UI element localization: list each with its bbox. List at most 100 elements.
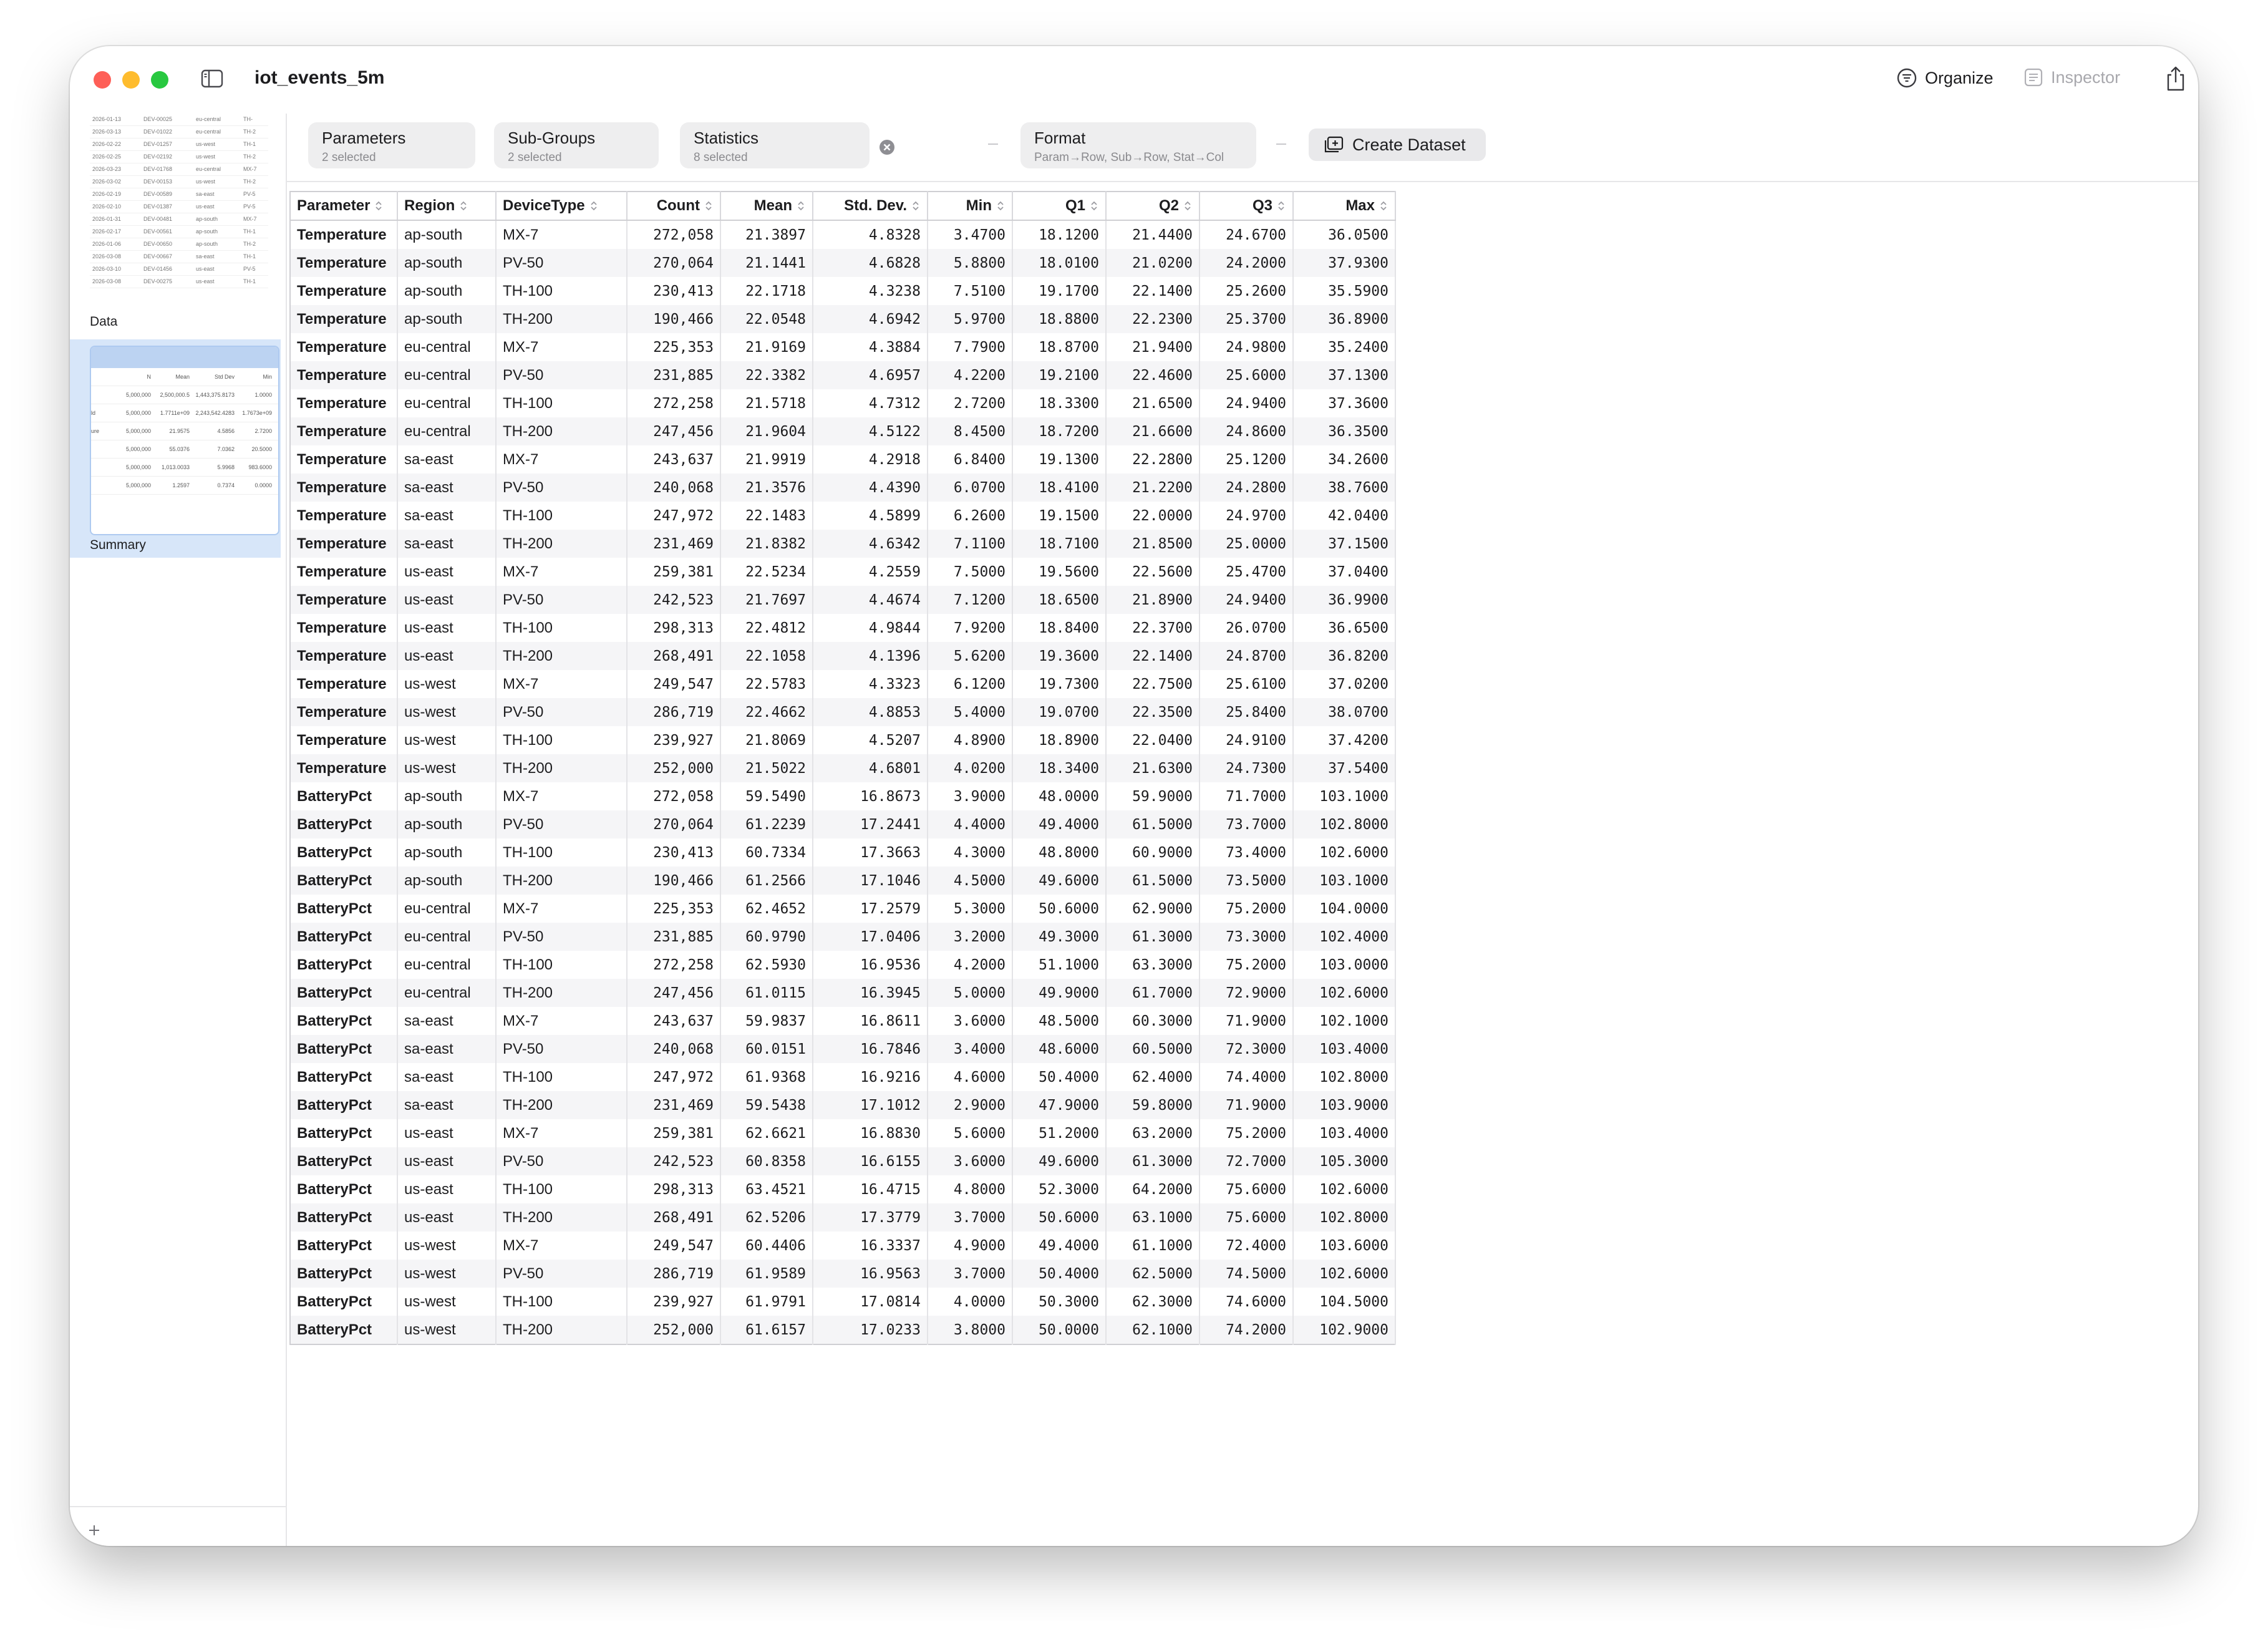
- table-cell: 25.3700: [1199, 305, 1294, 333]
- table-row[interactable]: BatteryPct us-east PV-50 242,523 60.8358 16.6…: [290, 1147, 1396, 1175]
- subgroups-selector[interactable]: Sub-Groups 2 selected: [494, 122, 659, 168]
- sort-chevrons-icon[interactable]: [589, 200, 599, 212]
- table-cell: 16.4715: [813, 1175, 928, 1203]
- sort-chevrons-icon[interactable]: [911, 200, 921, 212]
- close-window-button[interactable]: [94, 71, 111, 89]
- table-row[interactable]: Temperature ap-south TH-200 190,466 22.0548 4…: [290, 305, 1396, 333]
- data-thumbnail[interactable]: 2026-01-13 DEV-00025 eu-central TH- 2026-03-…: [90, 114, 268, 301]
- inspector-button[interactable]: Inspector: [2023, 67, 2120, 87]
- table-row[interactable]: BatteryPct us-east MX-7 259,381 62.6621 16.88…: [290, 1119, 1396, 1147]
- column-header[interactable]: Count: [627, 192, 721, 221]
- column-header[interactable]: Min: [928, 192, 1013, 221]
- table-cell: 247,456: [627, 417, 721, 445]
- column-header[interactable]: Q2: [1106, 192, 1200, 221]
- table-row[interactable]: Temperature eu-central MX-7 225,353 21.9169 4…: [290, 333, 1396, 361]
- table-row[interactable]: Temperature us-east MX-7 259,381 22.5234 4.25…: [290, 558, 1396, 586]
- summary-thumbnail-row: ure 5,000,000 21.9575 4.5856 2.7200: [91, 422, 278, 440]
- summary-thumbnail-cell: 1.7673e+09: [242, 410, 272, 416]
- table-row[interactable]: BatteryPct us-west TH-200 252,000 61.6157 17.…: [290, 1316, 1396, 1344]
- thumbnail-row: 2026-03-10 DEV-01456 us-east PV-5: [90, 263, 268, 276]
- clear-statistics-icon[interactable]: [878, 138, 896, 156]
- table-row[interactable]: Temperature ap-south TH-100 230,413 22.1718 4…: [290, 277, 1396, 305]
- table-cell: 102.1000: [1293, 1007, 1396, 1035]
- table-cell: BatteryPct: [290, 1260, 398, 1288]
- table-row[interactable]: BatteryPct ap-south PV-50 270,064 61.2239 17.…: [290, 810, 1396, 838]
- table-row[interactable]: Temperature sa-east TH-200 231,469 21.8382 4.…: [290, 530, 1396, 558]
- table-row[interactable]: Temperature eu-central TH-200 247,456 21.960…: [290, 417, 1396, 445]
- column-header[interactable]: Region: [397, 192, 497, 221]
- table-row[interactable]: BatteryPct us-west MX-7 249,547 60.4406 16.33…: [290, 1231, 1396, 1260]
- column-header[interactable]: Q1: [1012, 192, 1107, 221]
- sort-chevrons-icon[interactable]: [374, 200, 384, 212]
- table-cell: 63.3000: [1106, 951, 1200, 979]
- table-row[interactable]: Temperature us-east TH-100 298,313 22.4812 4.…: [290, 614, 1396, 642]
- sort-chevrons-icon[interactable]: [1379, 200, 1388, 212]
- column-header-label: Std. Dev.: [844, 197, 907, 214]
- table-row[interactable]: Temperature ap-south PV-50 270,064 21.1441 4.…: [290, 249, 1396, 277]
- statistics-selector[interactable]: Statistics 8 selected: [680, 122, 870, 168]
- table-row[interactable]: BatteryPct sa-east PV-50 240,068 60.0151 16.7…: [290, 1035, 1396, 1063]
- table-row[interactable]: Temperature sa-east PV-50 240,068 21.3576 4.4…: [290, 474, 1396, 502]
- sort-chevrons-icon[interactable]: [1089, 200, 1099, 212]
- table-cell: MX-7: [496, 1119, 628, 1147]
- table-cell: 18.8800: [1012, 305, 1107, 333]
- sort-chevrons-icon[interactable]: [996, 200, 1006, 212]
- column-header[interactable]: Max: [1293, 192, 1396, 221]
- sort-chevrons-icon[interactable]: [1183, 200, 1193, 212]
- table-row[interactable]: Temperature sa-east MX-7 243,637 21.9919 4.29…: [290, 445, 1396, 474]
- sort-chevrons-icon[interactable]: [458, 200, 468, 212]
- sort-chevrons-icon[interactable]: [704, 200, 714, 212]
- sidebar-item-data[interactable]: Data: [90, 314, 117, 329]
- table-row[interactable]: BatteryPct us-west TH-100 239,927 61.9791 17.…: [290, 1288, 1396, 1316]
- column-header[interactable]: Mean: [720, 192, 813, 221]
- table-row[interactable]: BatteryPct ap-south TH-100 230,413 60.7334 17…: [290, 838, 1396, 867]
- table-row[interactable]: BatteryPct eu-central MX-7 225,353 62.4652 17…: [290, 895, 1396, 923]
- table-row[interactable]: BatteryPct us-west PV-50 286,719 61.9589 16.9…: [290, 1260, 1396, 1288]
- table-row[interactable]: BatteryPct eu-central TH-100 272,258 62.5930…: [290, 951, 1396, 979]
- table-cell: 50.0000: [1012, 1316, 1107, 1344]
- table-row[interactable]: BatteryPct us-east TH-100 298,313 63.4521 16.…: [290, 1175, 1396, 1203]
- column-header[interactable]: Std. Dev.: [813, 192, 928, 221]
- table-row[interactable]: Temperature us-west MX-7 249,547 22.5783 4.33…: [290, 670, 1396, 698]
- table-row[interactable]: Temperature sa-east TH-100 247,972 22.1483 4.…: [290, 502, 1396, 530]
- table-row[interactable]: Temperature ap-south MX-7 272,058 21.3897 4.8…: [290, 220, 1396, 249]
- table-row[interactable]: BatteryPct eu-central TH-200 247,456 61.0115…: [290, 979, 1396, 1007]
- table-row[interactable]: Temperature us-west TH-200 252,000 21.5022 4.…: [290, 754, 1396, 782]
- add-sheet-icon[interactable]: [87, 1523, 101, 1537]
- table-cell: 5.8800: [928, 249, 1013, 277]
- table-row[interactable]: Temperature us-east TH-200 268,491 22.1058 4.…: [290, 642, 1396, 670]
- format-selector[interactable]: Format Param→Row, Sub→Row, Stat→Col: [1020, 122, 1256, 168]
- create-dataset-button[interactable]: Create Dataset: [1309, 129, 1486, 161]
- column-header[interactable]: Parameter: [290, 192, 398, 221]
- organize-button[interactable]: Organize: [1896, 67, 1994, 89]
- table-cell: 16.9216: [813, 1063, 928, 1091]
- table-row[interactable]: BatteryPct ap-south TH-200 190,466 61.2566 17…: [290, 867, 1396, 895]
- table-row[interactable]: BatteryPct sa-east MX-7 243,637 59.9837 16.86…: [290, 1007, 1396, 1035]
- sort-chevrons-icon[interactable]: [1276, 200, 1286, 212]
- table-row[interactable]: Temperature us-west TH-100 239,927 21.8069 4.…: [290, 726, 1396, 754]
- column-header[interactable]: DeviceType: [496, 192, 628, 221]
- table-cell: 73.3000: [1199, 923, 1294, 951]
- table-row[interactable]: BatteryPct sa-east TH-100 247,972 61.9368 16.…: [290, 1063, 1396, 1091]
- table-row[interactable]: Temperature eu-central TH-100 272,258 21.571…: [290, 389, 1396, 417]
- zoom-window-button[interactable]: [151, 71, 168, 89]
- parameters-selector[interactable]: Parameters 2 selected: [308, 122, 475, 168]
- table-cell: 21.5718: [720, 389, 813, 417]
- table-row[interactable]: BatteryPct eu-central PV-50 231,885 60.9790 1…: [290, 923, 1396, 951]
- table-row[interactable]: BatteryPct sa-east TH-200 231,469 59.5438 17.…: [290, 1091, 1396, 1119]
- table-row[interactable]: Temperature us-west PV-50 286,719 22.4662 4.8…: [290, 698, 1396, 726]
- table-row[interactable]: BatteryPct us-east TH-200 268,491 62.5206 17.…: [290, 1203, 1396, 1231]
- minimize-window-button[interactable]: [122, 71, 140, 89]
- share-icon[interactable]: [2164, 65, 2187, 92]
- table-row[interactable]: Temperature us-east PV-50 242,523 21.7697 4.4…: [290, 586, 1396, 614]
- sidebar-item-summary-selected[interactable]: N Mean Std Dev Min 5,000,000 2,500,000.5 1,443…: [70, 339, 281, 558]
- sort-chevrons-icon[interactable]: [796, 200, 806, 212]
- table-row[interactable]: Temperature eu-central PV-50 231,885 22.3382…: [290, 361, 1396, 389]
- sidebar-toggle-icon[interactable]: [201, 69, 223, 89]
- table-cell: 59.8000: [1106, 1091, 1200, 1119]
- table-cell: 21.8900: [1106, 586, 1200, 614]
- summary-thumbnail[interactable]: N Mean Std Dev Min 5,000,000 2,500,000.5 1,443…: [90, 346, 279, 535]
- table-row[interactable]: BatteryPct ap-south MX-7 272,058 59.5490 16.8…: [290, 782, 1396, 810]
- table-cell: 252,000: [627, 754, 721, 782]
- column-header[interactable]: Q3: [1199, 192, 1294, 221]
